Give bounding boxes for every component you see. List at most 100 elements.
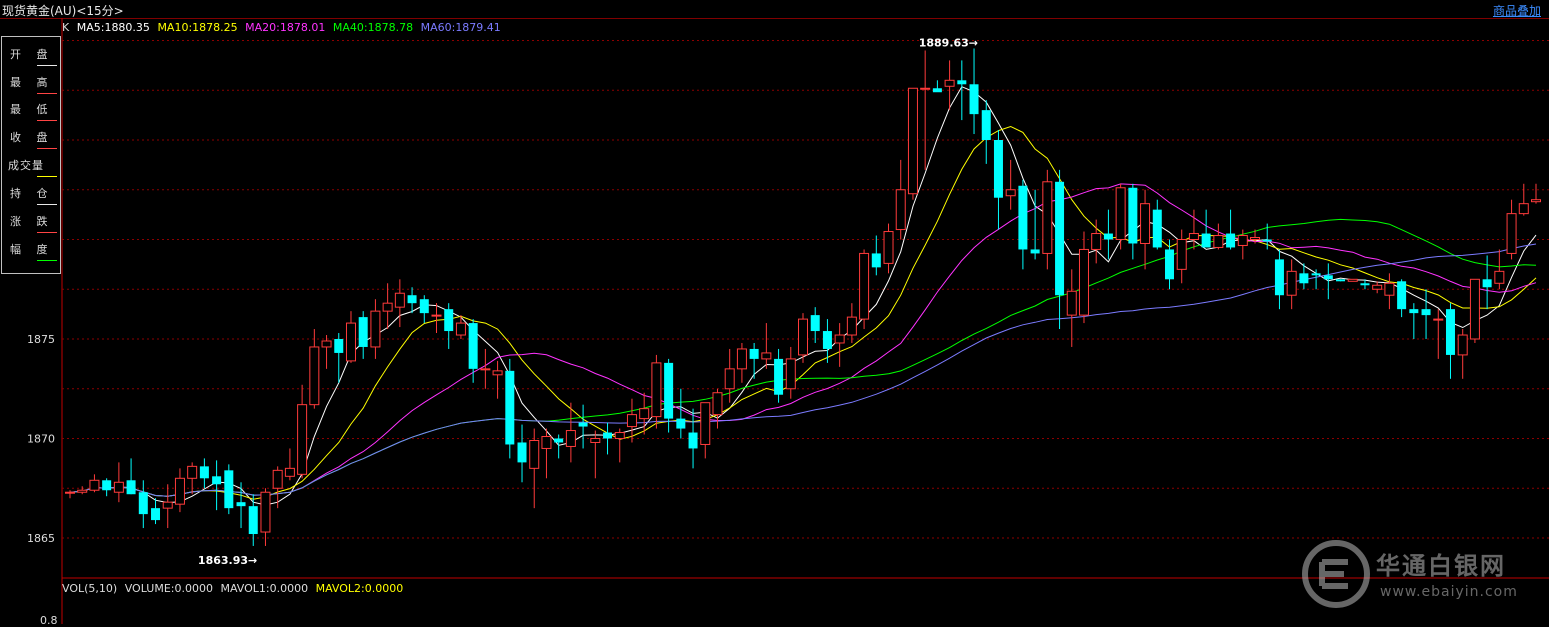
candle-body-56 [749, 348, 759, 359]
candle-body-60 [798, 318, 808, 356]
candle-body-7 [151, 508, 161, 521]
candle-body-79 [1030, 249, 1040, 254]
candle-body-65 [859, 252, 870, 320]
candle-body-30 [431, 314, 442, 317]
candle-body-17 [272, 469, 283, 489]
candle-body-116 [1482, 279, 1492, 288]
candle-body-3 [102, 480, 112, 491]
candle-body-40 [554, 438, 564, 443]
candle-body-51 [688, 432, 698, 449]
candle-body-22 [334, 339, 344, 353]
candle-body-105 [1347, 278, 1358, 282]
candle-body-62 [822, 331, 832, 349]
candle-body-15 [248, 506, 258, 535]
candle-body-16 [260, 491, 271, 533]
vol-legend-mavol1: MAVOL1:0.0000 [220, 582, 309, 595]
candle-body-39 [541, 436, 552, 449]
candle-body-72 [944, 79, 955, 87]
candle-body-100 [1286, 270, 1297, 296]
candle-body-24 [358, 317, 368, 347]
candle-body-58 [774, 358, 784, 395]
candle-body-26 [382, 302, 393, 312]
candle-body-108 [1384, 282, 1395, 296]
candle-body-38 [529, 439, 540, 469]
candle-body-104 [1336, 279, 1346, 282]
vol-legend-mavol2: MAVOL2:0.0000 [315, 582, 404, 595]
candle-body-71 [932, 88, 942, 93]
candle-body-11 [199, 466, 209, 479]
candle-body-89 [1152, 209, 1162, 248]
candle-body-77 [1005, 189, 1016, 197]
candle-body-98 [1262, 239, 1272, 242]
candle-body-2 [89, 479, 100, 491]
candle-body-57 [761, 352, 772, 360]
candle-body-111 [1421, 309, 1431, 316]
candle-body-19 [297, 404, 308, 475]
y-tick-label-1: 1870 [27, 433, 55, 446]
candle-body-92 [1188, 233, 1199, 240]
candle-body-70 [920, 87, 931, 90]
candle-body-44 [603, 432, 613, 439]
quote-info-panel: 开 盘 最 高 最 低 收 盘 成交量 持 仓 涨 跌 幅 度 [1, 36, 61, 274]
candle-body-103 [1323, 275, 1333, 280]
volume-axis-tick: 0.8 [40, 614, 58, 627]
candle-body-67 [883, 231, 894, 264]
candle-body-25 [370, 310, 381, 348]
candle-body-6 [138, 492, 148, 515]
candle-body-73 [957, 80, 967, 85]
candle-body-41 [565, 430, 576, 447]
candle-body-4 [113, 481, 124, 493]
candle-body-93 [1201, 233, 1211, 248]
candle-body-12 [212, 476, 222, 485]
candle-body-59 [785, 358, 796, 390]
info-label-low: 最 低 [10, 103, 54, 116]
candle-body-34 [480, 368, 491, 371]
candle-body-45 [614, 432, 625, 439]
candle-body-117 [1494, 270, 1505, 284]
candle-body-94 [1213, 235, 1224, 248]
candle-body-83 [1078, 248, 1089, 316]
candle-body-55 [736, 348, 747, 370]
candle-body-74 [969, 84, 979, 115]
candle-body-23 [345, 322, 356, 362]
candle-body-80 [1042, 181, 1053, 254]
candle-body-97 [1250, 237, 1261, 240]
low-annotation: 1863.93→ [198, 554, 257, 567]
candle-body-63 [834, 334, 845, 344]
candle-body-49 [664, 362, 674, 419]
candle-body-112 [1433, 318, 1444, 321]
candle-body-36 [505, 370, 515, 445]
info-label-percent: 幅 度 [10, 243, 54, 256]
candle-body-37 [517, 442, 527, 463]
info-row-low: 最 低 [2, 94, 60, 121]
candle-body-68 [895, 189, 906, 231]
watermark-text: 华通白银网 [1376, 552, 1506, 580]
watermark-url: www.ebaiyin.com [1380, 584, 1518, 600]
candle-body-81 [1055, 181, 1065, 296]
info-label-position: 持 仓 [10, 187, 54, 200]
candle-body-91 [1176, 239, 1187, 270]
candle-body-50 [676, 418, 686, 429]
candle-body-54 [724, 368, 735, 390]
candle-body-110 [1409, 309, 1419, 314]
candlestick-chart[interactable]: 1865 1870 1875 1889.63→ 1863.93→ [0, 0, 1549, 624]
candle-body-86 [1115, 187, 1126, 240]
candle-body-95 [1226, 233, 1236, 248]
candle-body-47 [639, 408, 650, 420]
candle-body-96 [1237, 235, 1248, 246]
info-label-open: 开 盘 [10, 48, 54, 61]
candle-body-113 [1445, 309, 1455, 355]
watermark: 华通白银网 www.ebaiyin.com [1300, 538, 1540, 610]
candle-body-90 [1165, 249, 1174, 280]
high-annotation: 1889.63→ [919, 36, 978, 49]
vol-legend-volume: VOLUME:0.0000 [124, 582, 213, 595]
y-tick-label-0: 1865 [27, 532, 55, 545]
info-row-volume: 成交量 [2, 150, 60, 177]
candle-body-118 [1506, 213, 1517, 254]
info-label-volume: 成交量 [8, 159, 44, 172]
candle-body-61 [810, 315, 820, 332]
info-row-close: 收 盘 [2, 122, 60, 149]
info-row-position: 持 仓 [2, 178, 60, 205]
info-row-high: 最 高 [2, 67, 60, 94]
candle-body-18 [284, 467, 295, 477]
